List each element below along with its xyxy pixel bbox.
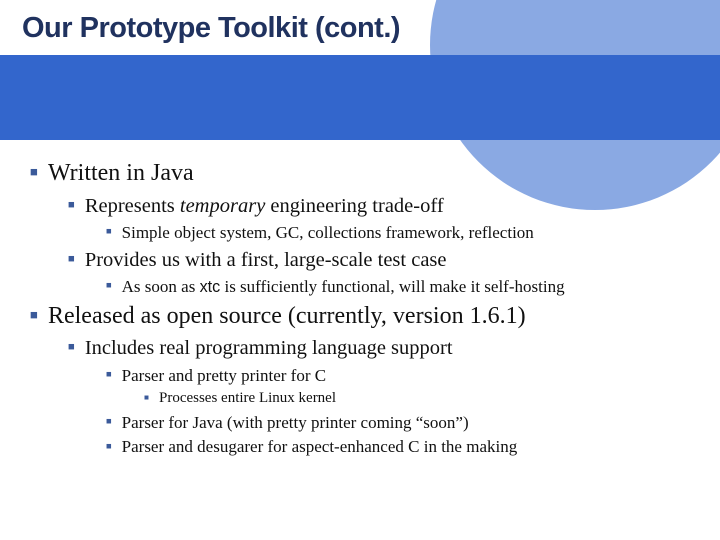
bullet-icon: ■ (106, 280, 112, 292)
bullet-text: As soon as xtc is sufficiently functiona… (122, 276, 700, 298)
header-banner: Our Prototype Toolkit (cont.) (0, 0, 720, 140)
bullet-level4: ■ Processes entire Linux kernel (144, 389, 700, 408)
text-fragment: is sufficiently functional, will make it… (220, 277, 564, 296)
bullet-icon: ■ (106, 441, 112, 453)
bullet-icon: ■ (30, 164, 38, 181)
bullet-icon: ■ (30, 307, 38, 324)
bullet-icon: ■ (106, 226, 112, 238)
bullet-level3: ■ Parser and desugarer for aspect-enhanc… (106, 436, 700, 458)
slide-body: ■ Written in Java ■ Represents temporary… (30, 156, 700, 461)
emphasis-text: temporary (180, 195, 265, 217)
bullet-text: Processes entire Linux kernel (159, 389, 700, 408)
bullet-level2: ■ Represents temporary engineering trade… (68, 193, 700, 219)
bullet-text: Simple object system, GC, collections fr… (122, 222, 700, 244)
bullet-level3: ■ Parser and pretty printer for C (106, 365, 700, 387)
text-fragment: engineering trade-off (265, 195, 443, 217)
bullet-text: Parser and desugarer for aspect-enhanced… (122, 436, 700, 458)
bullet-text: Represents temporary engineering trade-o… (85, 193, 700, 219)
bullet-text: Parser and pretty printer for C (122, 365, 700, 387)
bullet-text: Provides us with a first, large-scale te… (85, 247, 700, 273)
bullet-icon: ■ (68, 198, 75, 212)
text-fragment: Represents (85, 195, 180, 217)
code-text: xtc (200, 278, 221, 296)
bullet-icon: ■ (68, 340, 75, 354)
header-bar (0, 55, 720, 140)
bullet-icon: ■ (68, 252, 75, 266)
bullet-level1: ■ Released as open source (currently, ve… (30, 301, 700, 332)
bullet-icon: ■ (106, 416, 112, 428)
bullet-text: Released as open source (currently, vers… (48, 301, 700, 332)
bullet-text: Parser for Java (with pretty printer com… (122, 412, 700, 434)
bullet-icon: ■ (144, 393, 149, 404)
slide-title: Our Prototype Toolkit (cont.) (22, 12, 400, 45)
bullet-level2: ■ Provides us with a first, large-scale … (68, 247, 700, 273)
bullet-level1: ■ Written in Java (30, 158, 700, 189)
bullet-level3: ■ Simple object system, GC, collections … (106, 222, 700, 244)
bullet-text: Includes real programming language suppo… (85, 335, 700, 361)
bullet-icon: ■ (106, 369, 112, 381)
bullet-text: Written in Java (48, 158, 700, 189)
text-fragment: As soon as (122, 277, 200, 296)
bullet-level3: ■ As soon as xtc is sufficiently functio… (106, 276, 700, 298)
bullet-level3: ■ Parser for Java (with pretty printer c… (106, 412, 700, 434)
bullet-level2: ■ Includes real programming language sup… (68, 335, 700, 361)
